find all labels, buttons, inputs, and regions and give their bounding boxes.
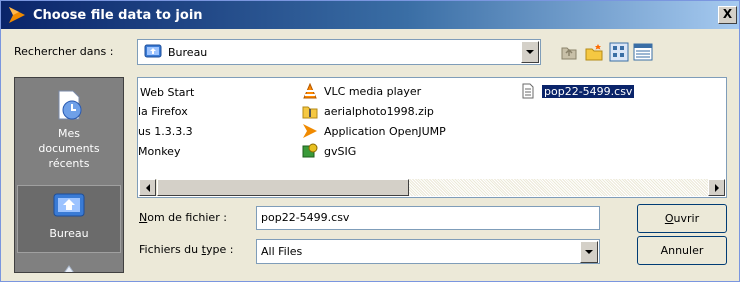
scroll-track[interactable] <box>409 179 708 196</box>
desktop-icon <box>144 44 162 58</box>
place-label: récents <box>48 157 90 170</box>
filetype-label: Fichiers du type : <box>139 243 234 256</box>
title-bar[interactable]: Choose file data to join X <box>1 1 739 29</box>
file-name: aerialphoto1998.zip <box>324 104 434 118</box>
list-item[interactable]: us 1.3.3.3 <box>138 122 193 140</box>
file-list[interactable]: Web Start la Firefox us 1.3.3.3 Monkey V… <box>137 77 727 198</box>
list-item[interactable]: Application OpenJUMP <box>302 122 446 140</box>
open-button[interactable]: Ouvrir <box>637 204 727 233</box>
file-name: Web Start <box>140 85 195 99</box>
file-name: Application OpenJUMP <box>324 124 446 138</box>
list-item[interactable]: la Firefox <box>138 102 188 120</box>
list-item-selected[interactable]: pop22-5499.csv <box>520 82 636 100</box>
place-label: Mes <box>58 127 80 140</box>
list-item[interactable]: Monkey <box>138 142 180 160</box>
vlc-icon <box>303 83 317 99</box>
scroll-right-button[interactable] <box>708 179 725 196</box>
list-view-icon[interactable] <box>609 42 629 62</box>
up-folder-icon[interactable] <box>559 42 579 62</box>
lookin-value: Bureau <box>168 45 208 59</box>
filename-input[interactable]: pop22-5499.csv <box>256 206 600 230</box>
filetype-dropdown-arrow[interactable] <box>580 241 598 263</box>
place-desktop[interactable]: Bureau <box>17 185 121 253</box>
filename-label: Nom de fichier : <box>139 211 227 224</box>
window-title: Choose file data to join <box>33 7 203 23</box>
file-name: us 1.3.3.3 <box>138 124 193 138</box>
csv-file-icon <box>522 83 534 99</box>
file-name: gvSIG <box>324 144 357 158</box>
places-bar: Mes documents récents Bureau <box>14 77 124 273</box>
cancel-button[interactable]: Annuler <box>637 236 727 265</box>
filetype-value: All Files <box>261 245 303 258</box>
file-name: la Firefox <box>138 104 188 118</box>
scroll-thumb[interactable] <box>157 179 409 196</box>
recent-documents-icon <box>58 90 82 120</box>
file-name: VLC media player <box>324 84 422 98</box>
lookin-dropdown-arrow[interactable] <box>521 41 539 63</box>
horizontal-scrollbar[interactable] <box>139 179 725 196</box>
file-name: Monkey <box>138 144 181 158</box>
list-item[interactable]: aerialphoto1998.zip <box>302 102 434 120</box>
file-name: pop22-5499.csv <box>540 83 636 99</box>
scroll-left-button[interactable] <box>139 179 156 196</box>
openjump-app-icon <box>9 7 25 23</box>
place-recent-documents[interactable]: Mes documents récents <box>17 82 121 182</box>
lookin-combo[interactable]: Bureau <box>137 39 541 65</box>
gvsig-icon <box>302 143 318 158</box>
file-chooser-dialog: Choose file data to join X Rechercher da… <box>0 0 740 282</box>
openjump-icon <box>303 124 317 138</box>
close-button[interactable]: X <box>718 6 737 24</box>
filetype-select[interactable]: All Files <box>256 239 600 264</box>
place-label: documents <box>38 142 100 155</box>
list-item[interactable]: gvSIG <box>302 142 356 160</box>
list-item[interactable]: VLC media player <box>302 82 421 100</box>
details-view-icon[interactable] <box>633 42 653 62</box>
list-item[interactable]: Web Start <box>140 83 194 101</box>
desktop-icon <box>53 193 85 217</box>
zip-icon <box>302 106 318 119</box>
new-folder-icon[interactable] <box>584 42 604 62</box>
place-more[interactable] <box>17 256 121 272</box>
folder-partial-icon <box>64 265 74 272</box>
lookin-label: Rechercher dans : <box>14 45 114 58</box>
place-label: Bureau <box>49 227 89 240</box>
